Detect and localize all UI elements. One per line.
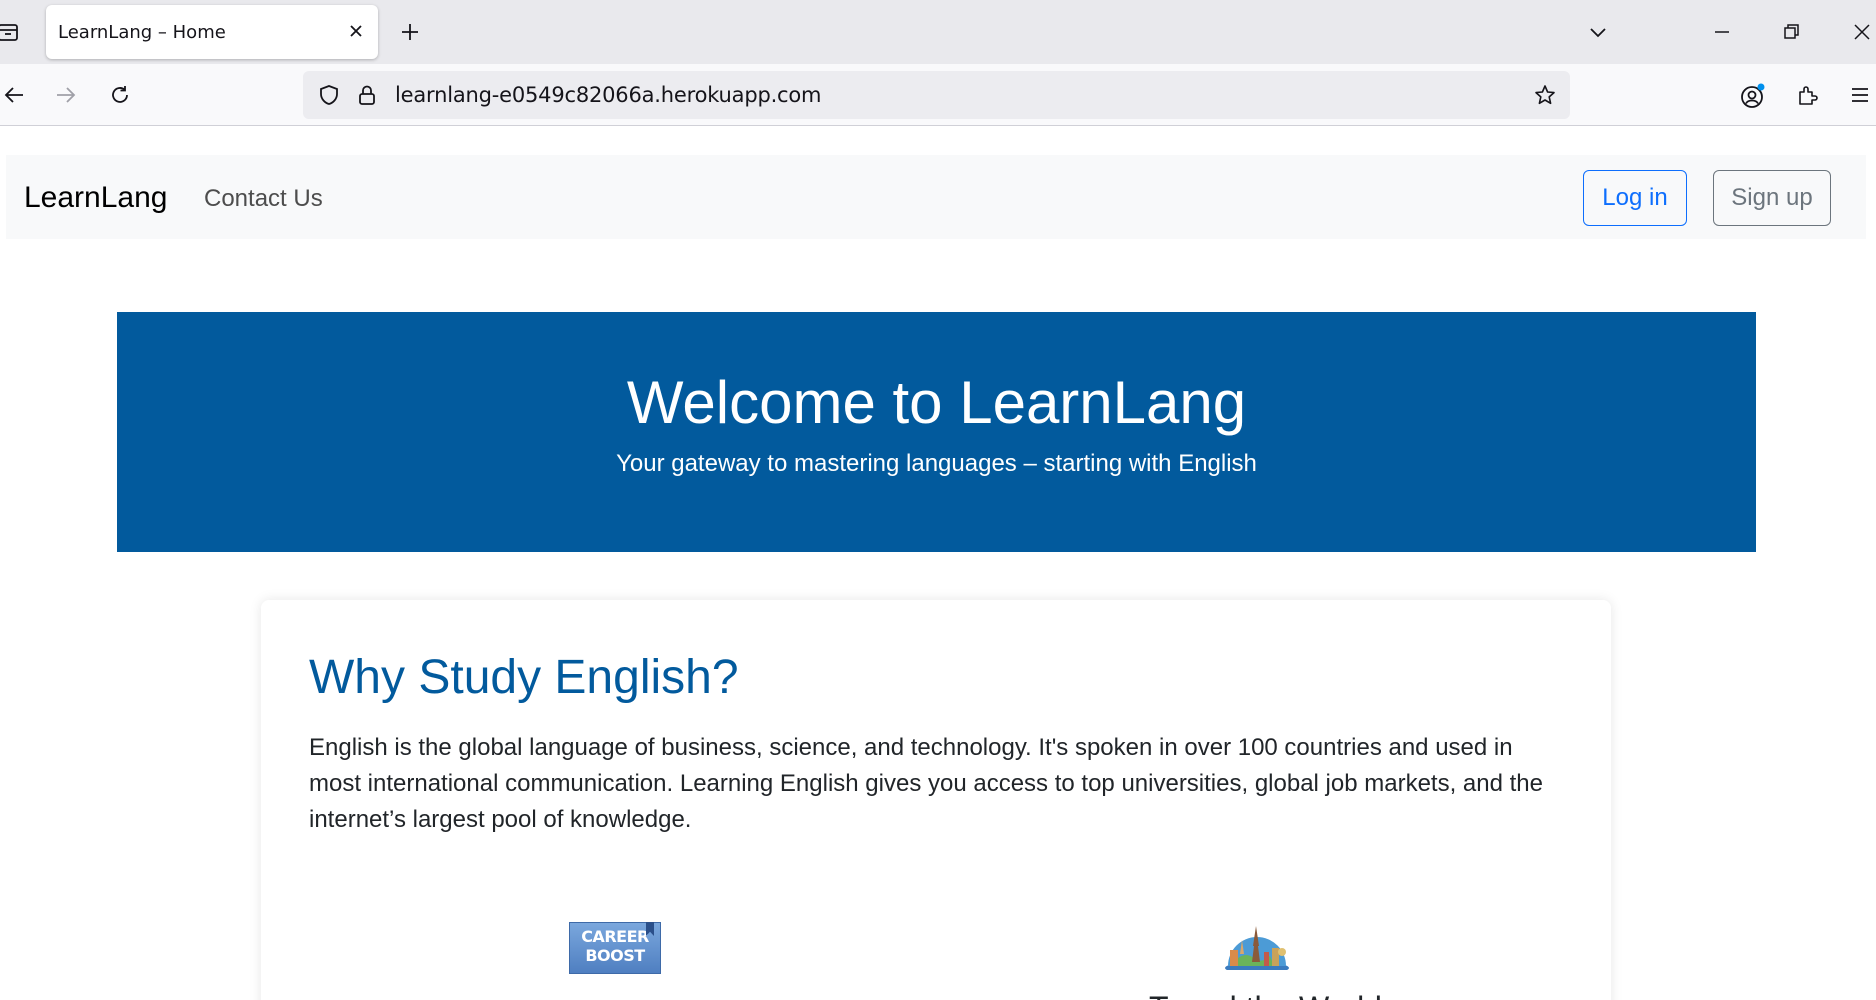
login-button[interactable]: Log in [1583, 170, 1687, 226]
lock-icon[interactable] [353, 81, 381, 109]
hero-title: Welcome to LearnLang [626, 369, 1247, 436]
url-text: learnlang-e0549c82066a.herokuapp.com [395, 83, 822, 107]
travel-the-world-title: Travel the World [1149, 990, 1382, 1000]
career-boost-icon: CAREER BOOST [569, 922, 661, 974]
close-window-icon[interactable] [1848, 18, 1876, 46]
why-english-body: English is the global language of busine… [309, 734, 1543, 833]
tab-title: LearnLang – Home [58, 22, 226, 43]
brand-logo-link[interactable]: LearnLang [24, 181, 167, 215]
menu-icon[interactable] [1846, 81, 1874, 109]
shield-icon[interactable] [315, 81, 343, 109]
browser-tab-bar: LearnLang – Home [0, 0, 1876, 64]
bookmark-ribbon [646, 922, 654, 936]
contact-us-link[interactable]: Contact Us [204, 185, 323, 213]
hero-subtitle: Your gateway to mastering languages – st… [616, 450, 1257, 477]
travel-world-icon [1225, 926, 1289, 970]
career-boost-icon-text: CAREER BOOST [581, 927, 649, 965]
browser-toolbar: learnlang-e0549c82066a.herokuapp.com [0, 64, 1876, 126]
tab-list-icon[interactable] [0, 18, 22, 46]
signup-button[interactable]: Sign up [1713, 170, 1831, 226]
reload-icon[interactable] [106, 81, 134, 109]
tab-overflow-chevron-down-icon[interactable] [1584, 18, 1612, 46]
site-navbar: LearnLang Contact Us Log in Sign up [6, 155, 1866, 239]
why-english-title: Why Study English? [309, 651, 739, 704]
why-english-card: Why Study English? English is the global… [261, 600, 1611, 1000]
hero-banner: Welcome to LearnLang Your gateway to mas… [117, 312, 1756, 552]
browser-tab-active[interactable]: LearnLang – Home [46, 5, 378, 59]
address-bar[interactable]: learnlang-e0549c82066a.herokuapp.com [303, 71, 1570, 119]
account-icon[interactable] [1738, 81, 1768, 111]
new-tab-icon[interactable] [396, 18, 424, 46]
back-arrow-icon[interactable] [0, 81, 28, 109]
minimize-icon[interactable] [1708, 18, 1736, 46]
extensions-icon[interactable] [1793, 81, 1821, 109]
forward-arrow-icon[interactable] [52, 81, 80, 109]
close-tab-icon[interactable] [344, 19, 368, 43]
bookmark-star-icon[interactable] [1531, 81, 1559, 109]
restore-icon[interactable] [1778, 18, 1806, 46]
